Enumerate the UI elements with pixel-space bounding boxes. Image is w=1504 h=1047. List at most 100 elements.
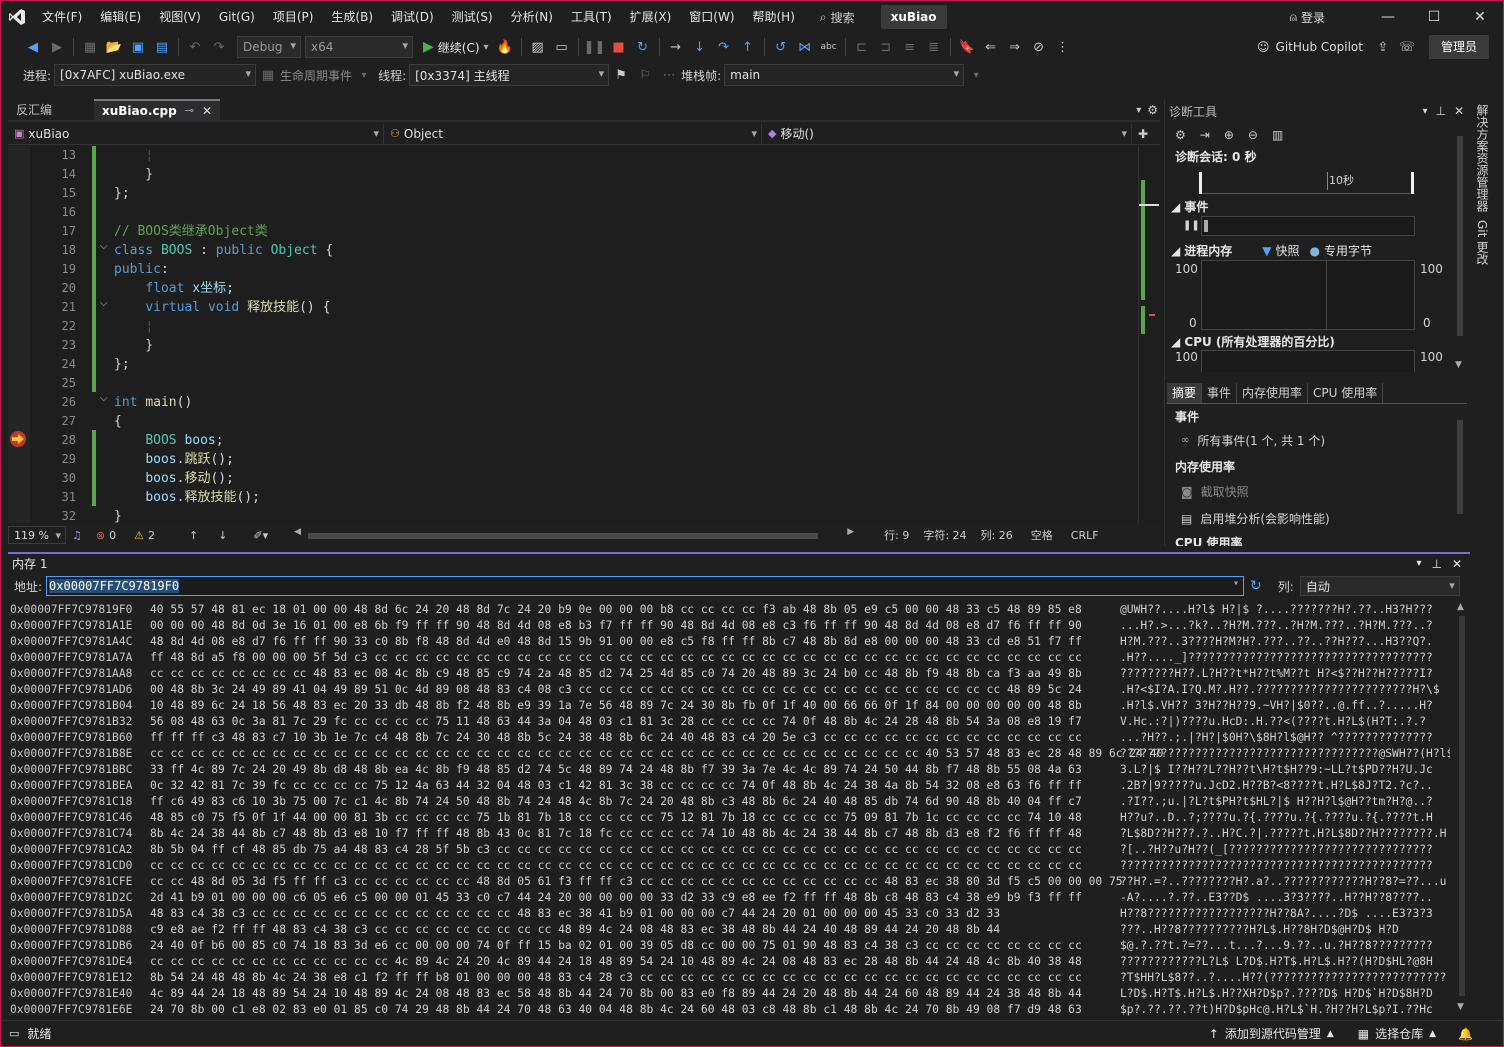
memory-row[interactable]: 0x00007FF7C9781B8E cc cc cc cc cc cc cc c… [10,746,1450,762]
uncomment-icon[interactable]: ⊐ [875,36,897,58]
tab-cpu-usage[interactable]: CPU 使用率 [1308,382,1384,403]
toolbar-overflow-icon[interactable]: ⋮ [1052,36,1074,58]
memory-hex-bytes[interactable]: 2d 41 b9 01 00 00 00 c6 05 e6 c5 00 00 0… [150,890,1120,906]
login-button[interactable]: ⍝ 登录 [1290,9,1325,26]
close-tab-icon[interactable]: ✕ [202,102,212,120]
memory-ascii[interactable]: ??????????????????????????????????????@S… [1120,746,1450,762]
pause-events-icon[interactable]: ❚❚ [1183,220,1200,231]
diag-dropdown-icon[interactable]: ▾ [1422,106,1427,117]
diag-lower-scrollbar[interactable] [1455,406,1465,544]
memory-row[interactable]: 0x00007FF7C9781AD6 00 48 8b 3c 24 49 89 4… [10,682,1450,698]
process-memory-section-header[interactable]: ◢ 进程内存 ▼ 快照 ● 专用字节 [1171,242,1372,259]
memory-row[interactable]: 0x00007FF7C9781CA2 8b 5b 04 ff cf 48 85 d… [10,842,1450,858]
diag-export-icon[interactable]: ⇥ [1200,128,1210,142]
memory-pin-icon[interactable]: ⊥ [1431,554,1441,574]
memory-hex-bytes[interactable]: 24 70 8b 00 c1 e8 02 83 e0 01 85 c0 74 2… [150,1002,1120,1016]
memory-hex-bytes[interactable]: 0c 32 42 81 7c 39 fc cc cc cc cc 75 12 4… [150,778,1120,794]
memory-row[interactable]: 0x00007FF7C9781D88 c9 e8 ae f2 ff ff 48 8… [10,922,1450,938]
github-copilot-button[interactable]: ☺ GitHub Copilot [1257,40,1363,54]
next-issue-icon[interactable]: ↓ [218,529,227,542]
whitespace-indicator[interactable]: 空格 [1031,527,1053,543]
zoom-select[interactable]: 119 % [8,526,66,544]
show-threads-icon[interactable]: ⋯ [658,64,680,86]
menu-item[interactable]: Git(G) [210,1,264,33]
zoom-out-icon[interactable]: ⊖ [1248,128,1258,142]
memory-row[interactable]: 0x00007FF7C9781D2C 2d 41 b9 01 00 00 00 c… [10,890,1450,906]
toolbar2-overflow-icon[interactable]: ▾ [965,64,987,86]
visual-studio-logo-icon[interactable] [1,1,33,33]
column-indicator[interactable]: 列: 26 [981,527,1013,543]
memory-ascii[interactable]: ??H?.=?..????????H?.a?..????????????H??8… [1120,874,1450,890]
member-nav-select[interactable]: ◆ 移动() [762,124,1132,144]
back-icon[interactable]: ◀ [22,36,44,58]
comment-icon[interactable]: ⊏ [851,36,873,58]
reevaluate-icon[interactable]: ↻ [1250,578,1262,594]
hot-reload-icon[interactable]: 🔥 [494,36,516,58]
warning-icon[interactable]: ⚠ [134,529,144,542]
take-snapshot-button[interactable]: ◙ 截取快照 [1181,483,1249,500]
memory-row[interactable]: 0x00007FF7C9781A7A ff 48 8d a5 f8 00 00 0… [10,650,1450,666]
columns-select[interactable]: 自动 [1299,576,1460,596]
lifecycle-events-button[interactable]: 生命周期事件 [280,67,352,84]
memory-row[interactable]: 0x00007FF7C9781B32 56 08 48 63 0c 3a 81 7… [10,714,1450,730]
share-icon[interactable]: ⇪ [1372,36,1394,58]
memory-ascii[interactable]: ?[..?H??u?H??(_[????????????????????????… [1120,842,1450,858]
flag-all-icon[interactable]: ⚐ [634,64,656,86]
memory-ascii[interactable]: ...H?.>...?k?..?H?M.???..?H?M.???..?H?M.… [1120,618,1450,634]
memory-ascii[interactable]: $@.?.??t.?=??...t...?...9.??..u.?H??8???… [1120,938,1450,954]
prev-bookmark-icon[interactable]: ⇐ [980,36,1002,58]
memory-row[interactable]: 0x00007FF7C9781B60 ff ff ff c3 48 83 c7 1… [10,730,1450,746]
menu-item[interactable]: 项目(P) [264,1,323,33]
memory-hex-bytes[interactable]: 8b 5b 04 ff cf 48 85 db 75 a4 48 83 c4 2… [150,842,1120,858]
copilot-status-icon[interactable]: ♫ [72,529,82,542]
memory-hex-bytes[interactable]: 4c 89 44 24 18 48 89 54 24 10 48 89 4c 2… [150,986,1120,1002]
breakpoint-gutter[interactable] [8,146,30,523]
memory-hex-bytes[interactable]: cc cc 48 8d 05 3d f5 ff ff c3 cc cc cc c… [150,874,1123,890]
line-indicator[interactable]: 行: 9 [884,527,909,543]
error-icon[interactable]: ⊗ [96,529,105,542]
tab-memory-usage[interactable]: 内存使用率 [1237,382,1309,403]
clear-bookmarks-icon[interactable]: ⊘ [1028,36,1050,58]
stop-icon[interactable]: ■ [608,36,630,58]
memory-ascii[interactable]: .H??...._]??????????????????????????????… [1120,650,1450,666]
memory-ascii[interactable]: ???..H??8??????????H?L$.H??8H?D$@H?D$ H?… [1120,922,1450,938]
next-bookmark-icon[interactable]: ⇒ [1004,36,1026,58]
memory-hex-bytes[interactable]: cc cc cc cc cc cc cc cc cc cc cc cc cc c… [150,858,1120,874]
prev-issue-icon[interactable]: ↑ [189,529,198,542]
outdent-icon[interactable]: ≣ [923,36,945,58]
memory-ascii[interactable]: ...?H??.;.|?H?|$0H?\$8H?l$@H?? ^????????… [1120,730,1450,746]
menu-item[interactable]: 帮助(H) [744,1,804,33]
save-all-icon[interactable]: ▤ [151,36,173,58]
forward-icon[interactable]: ▶ [46,36,68,58]
memory-hex-bytes[interactable]: 00 48 8b 3c 24 49 89 41 04 49 89 51 0c 4… [150,682,1120,698]
code-editor[interactable]: 13 14 15 16 17 18 19 20 21 22 23 24 25 26 27 28 29 30 31 32… [8,146,1138,523]
memory-hex-bytes[interactable]: 00 00 00 48 8d 0d 3e 16 01 00 e8 6b f9 f… [150,618,1120,634]
memory-ascii[interactable]: H?M.???..3????H?M?H?.???..??..??H???...H… [1120,634,1450,650]
bookmark-icon[interactable]: 🔖 [956,36,978,58]
memory-dropdown-icon[interactable]: ▾ [1416,554,1421,574]
close-window-button[interactable]: ✕ [1457,1,1503,33]
memory-ascii[interactable]: H??8??????????????????H??8A?....?D$ ....… [1120,906,1450,922]
memory-hex-bytes[interactable]: 56 08 48 63 0c 3a 81 7c 29 fc cc cc cc c… [150,714,1120,730]
menu-item[interactable]: 测试(S) [443,1,502,33]
memory-hex-bytes[interactable]: ff ff ff c3 48 83 c7 10 3b 1e 7c c4 48 8… [150,730,1120,746]
memory-hex-bytes[interactable]: cc cc cc cc cc cc cc cc cc cc cc cc 4c 8… [150,954,1120,970]
show-next-statement-icon[interactable]: → [665,36,687,58]
menu-item[interactable]: 扩展(X) [621,1,681,33]
memory-hex-bytes[interactable]: 48 83 c4 38 c3 cc cc cc cc cc cc cc cc c… [150,906,1120,922]
pause-icon[interactable]: ❚❚ [584,36,606,58]
memory-hex-bytes[interactable]: c9 e8 ae f2 ff ff 48 83 c4 38 c3 cc cc c… [150,922,1120,938]
feedback-icon[interactable]: ☏ [1396,36,1418,58]
editor-vertical-scrollbar[interactable] [1138,146,1160,523]
memory-hex-bytes[interactable]: 10 48 89 6c 24 18 56 48 83 ec 20 33 db 4… [150,698,1120,714]
step-into-icon[interactable]: ↓ [689,36,711,58]
memory-ascii[interactable]: .H?l$.VH?? 3?H??H??9.~VH?|$0??..@.ff..?.… [1120,698,1450,714]
memory-hex-bytes[interactable]: 48 8d 4d 08 e8 d7 f6 ff ff 90 33 c0 8b f… [150,634,1120,650]
menu-item[interactable]: 生成(B) [322,1,382,33]
memory-row[interactable]: 0x00007FF7C9781CD0 cc cc cc cc cc cc cc c… [10,858,1450,874]
memory-row[interactable]: 0x00007FF7C9781DB6 24 40 0f b6 00 85 c0 7… [10,938,1450,954]
cpu-section-header[interactable]: ◢ CPU (所有处理器的百分比) [1171,333,1335,350]
attach-icon[interactable]: ▨ [527,36,549,58]
tab-list-dropdown-icon[interactable]: ▾ [1136,105,1141,116]
diag-settings-icon[interactable]: ⚙ [1175,128,1186,142]
